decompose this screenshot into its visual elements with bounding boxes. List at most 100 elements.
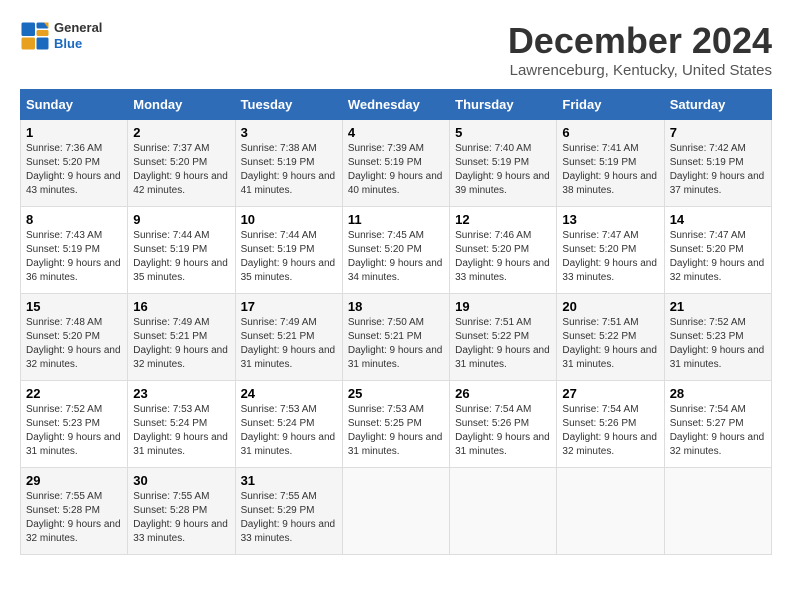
calendar-cell: 7 Sunrise: 7:42 AM Sunset: 5:19 PM Dayli…	[664, 120, 771, 207]
day-detail: Sunrise: 7:51 AM Sunset: 5:22 PM Dayligh…	[562, 316, 658, 372]
col-monday: Monday	[128, 90, 235, 120]
logo-text: General Blue	[54, 20, 102, 51]
day-number: 22	[26, 386, 122, 401]
calendar-cell	[664, 468, 771, 555]
calendar-cell: 5 Sunrise: 7:40 AM Sunset: 5:19 PM Dayli…	[450, 120, 557, 207]
day-number: 27	[562, 386, 658, 401]
day-number: 21	[670, 299, 766, 314]
day-number: 20	[562, 299, 658, 314]
day-detail: Sunrise: 7:47 AM Sunset: 5:20 PM Dayligh…	[670, 229, 766, 285]
calendar-cell: 3 Sunrise: 7:38 AM Sunset: 5:19 PM Dayli…	[235, 120, 342, 207]
calendar-week-row: 15 Sunrise: 7:48 AM Sunset: 5:20 PM Dayl…	[21, 294, 772, 381]
day-detail: Sunrise: 7:50 AM Sunset: 5:21 PM Dayligh…	[348, 316, 444, 372]
col-saturday: Saturday	[664, 90, 771, 120]
day-detail: Sunrise: 7:44 AM Sunset: 5:19 PM Dayligh…	[241, 229, 337, 285]
col-wednesday: Wednesday	[342, 90, 449, 120]
calendar-cell: 28 Sunrise: 7:54 AM Sunset: 5:27 PM Dayl…	[664, 381, 771, 468]
calendar-cell: 19 Sunrise: 7:51 AM Sunset: 5:22 PM Dayl…	[450, 294, 557, 381]
calendar-week-row: 8 Sunrise: 7:43 AM Sunset: 5:19 PM Dayli…	[21, 207, 772, 294]
day-detail: Sunrise: 7:39 AM Sunset: 5:19 PM Dayligh…	[348, 142, 444, 198]
day-number: 28	[670, 386, 766, 401]
day-number: 19	[455, 299, 551, 314]
day-detail: Sunrise: 7:53 AM Sunset: 5:24 PM Dayligh…	[241, 403, 337, 459]
day-number: 14	[670, 212, 766, 227]
calendar-cell: 11 Sunrise: 7:45 AM Sunset: 5:20 PM Dayl…	[342, 207, 449, 294]
calendar-cell: 20 Sunrise: 7:51 AM Sunset: 5:22 PM Dayl…	[557, 294, 664, 381]
day-detail: Sunrise: 7:52 AM Sunset: 5:23 PM Dayligh…	[26, 403, 122, 459]
day-detail: Sunrise: 7:49 AM Sunset: 5:21 PM Dayligh…	[241, 316, 337, 372]
calendar-cell: 18 Sunrise: 7:50 AM Sunset: 5:21 PM Dayl…	[342, 294, 449, 381]
calendar-cell: 1 Sunrise: 7:36 AM Sunset: 5:20 PM Dayli…	[21, 120, 128, 207]
day-number: 4	[348, 125, 444, 140]
calendar-week-row: 1 Sunrise: 7:36 AM Sunset: 5:20 PM Dayli…	[21, 120, 772, 207]
day-number: 25	[348, 386, 444, 401]
day-detail: Sunrise: 7:54 AM Sunset: 5:26 PM Dayligh…	[562, 403, 658, 459]
logo-icon	[20, 21, 50, 51]
calendar-cell	[557, 468, 664, 555]
calendar-cell: 29 Sunrise: 7:55 AM Sunset: 5:28 PM Dayl…	[21, 468, 128, 555]
day-detail: Sunrise: 7:37 AM Sunset: 5:20 PM Dayligh…	[133, 142, 229, 198]
day-detail: Sunrise: 7:55 AM Sunset: 5:29 PM Dayligh…	[241, 490, 337, 546]
day-detail: Sunrise: 7:53 AM Sunset: 5:24 PM Dayligh…	[133, 403, 229, 459]
calendar-header-row: Sunday Monday Tuesday Wednesday Thursday…	[21, 90, 772, 120]
day-number: 18	[348, 299, 444, 314]
day-number: 2	[133, 125, 229, 140]
day-detail: Sunrise: 7:48 AM Sunset: 5:20 PM Dayligh…	[26, 316, 122, 372]
day-detail: Sunrise: 7:41 AM Sunset: 5:19 PM Dayligh…	[562, 142, 658, 198]
day-detail: Sunrise: 7:49 AM Sunset: 5:21 PM Dayligh…	[133, 316, 229, 372]
day-number: 23	[133, 386, 229, 401]
calendar-title: December 2024	[508, 20, 772, 62]
title-area: December 2024 Lawrenceburg, Kentucky, Un…	[508, 20, 772, 79]
day-detail: Sunrise: 7:54 AM Sunset: 5:26 PM Dayligh…	[455, 403, 551, 459]
calendar-cell	[342, 468, 449, 555]
day-detail: Sunrise: 7:55 AM Sunset: 5:28 PM Dayligh…	[26, 490, 122, 546]
calendar-cell: 30 Sunrise: 7:55 AM Sunset: 5:28 PM Dayl…	[128, 468, 235, 555]
day-number: 8	[26, 212, 122, 227]
col-thursday: Thursday	[450, 90, 557, 120]
day-number: 10	[241, 212, 337, 227]
day-detail: Sunrise: 7:53 AM Sunset: 5:25 PM Dayligh…	[348, 403, 444, 459]
calendar-cell: 2 Sunrise: 7:37 AM Sunset: 5:20 PM Dayli…	[128, 120, 235, 207]
page-header: General Blue December 2024 Lawrenceburg,…	[20, 20, 772, 79]
day-detail: Sunrise: 7:44 AM Sunset: 5:19 PM Dayligh…	[133, 229, 229, 285]
day-number: 5	[455, 125, 551, 140]
calendar-cell: 14 Sunrise: 7:47 AM Sunset: 5:20 PM Dayl…	[664, 207, 771, 294]
day-number: 7	[670, 125, 766, 140]
day-detail: Sunrise: 7:52 AM Sunset: 5:23 PM Dayligh…	[670, 316, 766, 372]
calendar-week-row: 29 Sunrise: 7:55 AM Sunset: 5:28 PM Dayl…	[21, 468, 772, 555]
day-detail: Sunrise: 7:47 AM Sunset: 5:20 PM Dayligh…	[562, 229, 658, 285]
col-sunday: Sunday	[21, 90, 128, 120]
calendar-cell: 23 Sunrise: 7:53 AM Sunset: 5:24 PM Dayl…	[128, 381, 235, 468]
calendar-cell: 15 Sunrise: 7:48 AM Sunset: 5:20 PM Dayl…	[21, 294, 128, 381]
day-number: 17	[241, 299, 337, 314]
calendar-cell	[450, 468, 557, 555]
day-number: 15	[26, 299, 122, 314]
day-detail: Sunrise: 7:45 AM Sunset: 5:20 PM Dayligh…	[348, 229, 444, 285]
day-number: 6	[562, 125, 658, 140]
day-detail: Sunrise: 7:43 AM Sunset: 5:19 PM Dayligh…	[26, 229, 122, 285]
day-number: 11	[348, 212, 444, 227]
day-number: 29	[26, 473, 122, 488]
calendar-cell: 9 Sunrise: 7:44 AM Sunset: 5:19 PM Dayli…	[128, 207, 235, 294]
calendar-cell: 27 Sunrise: 7:54 AM Sunset: 5:26 PM Dayl…	[557, 381, 664, 468]
calendar-cell: 6 Sunrise: 7:41 AM Sunset: 5:19 PM Dayli…	[557, 120, 664, 207]
day-number: 24	[241, 386, 337, 401]
day-number: 31	[241, 473, 337, 488]
calendar-table: Sunday Monday Tuesday Wednesday Thursday…	[20, 89, 772, 555]
day-number: 12	[455, 212, 551, 227]
calendar-cell: 17 Sunrise: 7:49 AM Sunset: 5:21 PM Dayl…	[235, 294, 342, 381]
day-number: 26	[455, 386, 551, 401]
calendar-cell: 31 Sunrise: 7:55 AM Sunset: 5:29 PM Dayl…	[235, 468, 342, 555]
day-detail: Sunrise: 7:36 AM Sunset: 5:20 PM Dayligh…	[26, 142, 122, 198]
calendar-cell: 21 Sunrise: 7:52 AM Sunset: 5:23 PM Dayl…	[664, 294, 771, 381]
day-detail: Sunrise: 7:54 AM Sunset: 5:27 PM Dayligh…	[670, 403, 766, 459]
day-detail: Sunrise: 7:40 AM Sunset: 5:19 PM Dayligh…	[455, 142, 551, 198]
calendar-week-row: 22 Sunrise: 7:52 AM Sunset: 5:23 PM Dayl…	[21, 381, 772, 468]
day-number: 13	[562, 212, 658, 227]
day-detail: Sunrise: 7:51 AM Sunset: 5:22 PM Dayligh…	[455, 316, 551, 372]
day-number: 1	[26, 125, 122, 140]
calendar-cell: 24 Sunrise: 7:53 AM Sunset: 5:24 PM Dayl…	[235, 381, 342, 468]
day-number: 3	[241, 125, 337, 140]
col-tuesday: Tuesday	[235, 90, 342, 120]
calendar-cell: 10 Sunrise: 7:44 AM Sunset: 5:19 PM Dayl…	[235, 207, 342, 294]
